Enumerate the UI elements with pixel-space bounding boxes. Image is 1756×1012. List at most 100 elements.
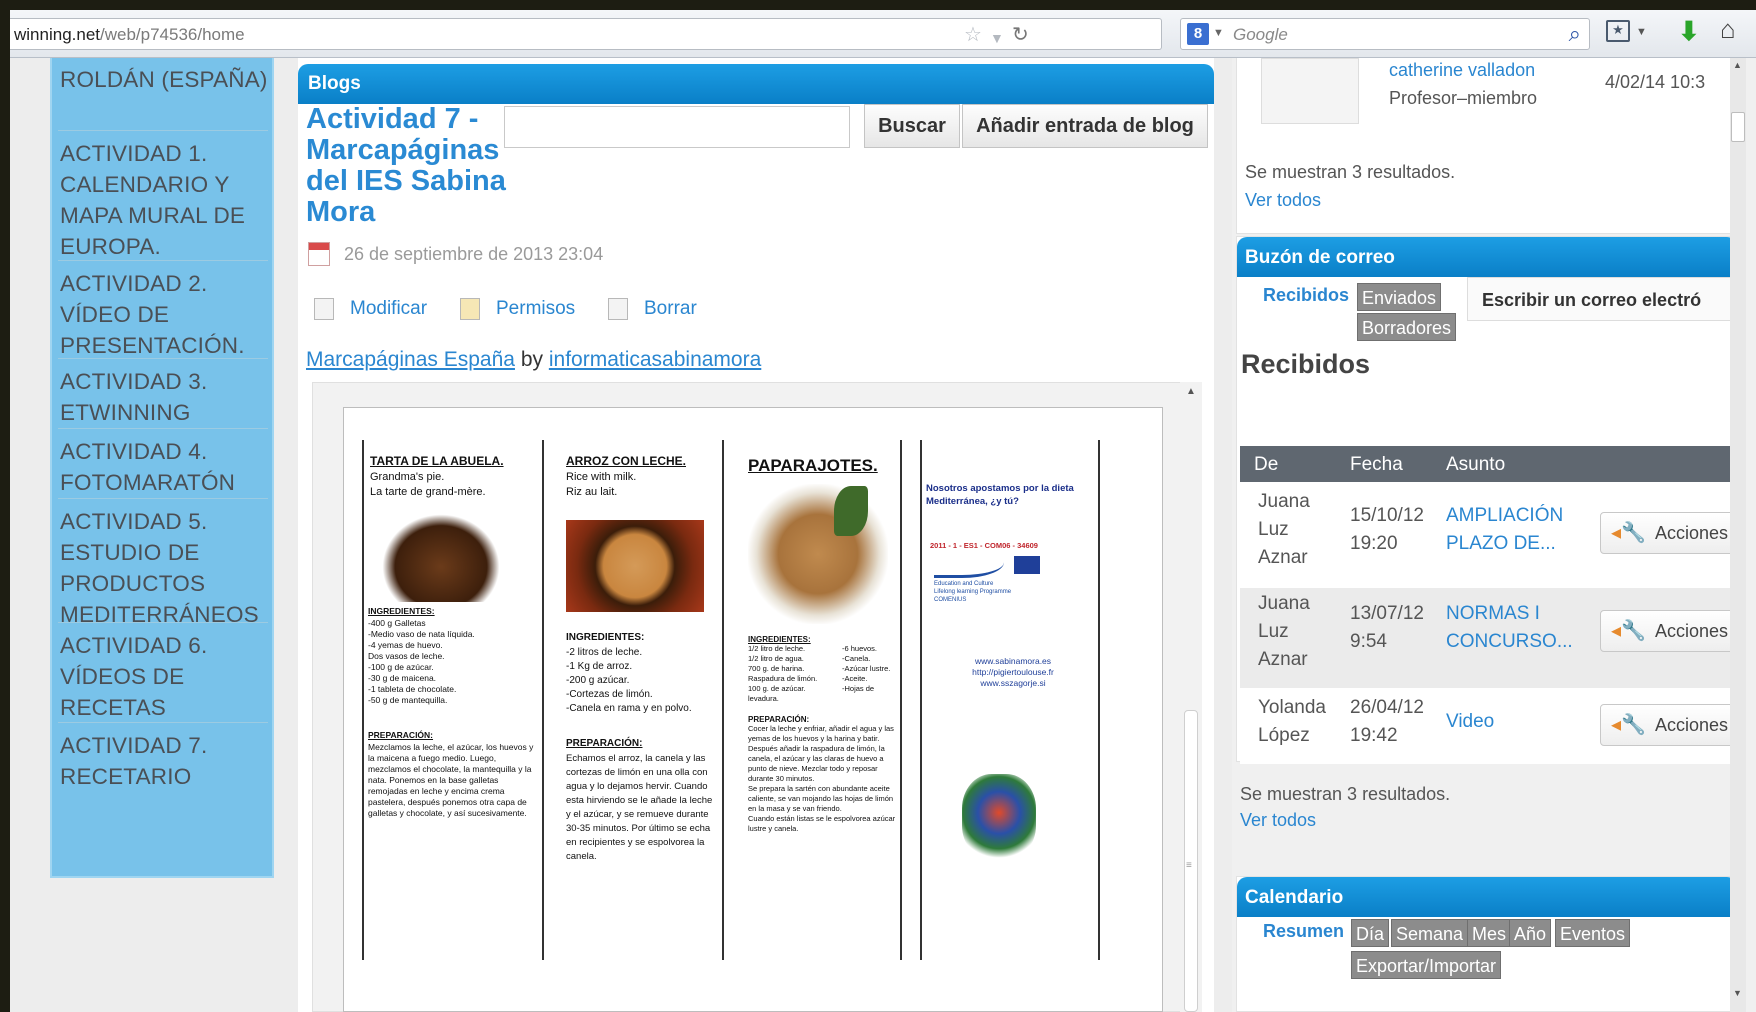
search-bar[interactable]: 8 ▼ Google ⌕ <box>1180 18 1590 50</box>
recipe-column-1: TARTA DE LA ABUELA. Grandma's pie. La ta… <box>362 440 540 960</box>
actions-button[interactable]: ◂🔧 Acciones <box>1600 512 1740 554</box>
compose-email-button[interactable]: Escribir un correo electró <box>1467 277 1737 321</box>
page-scroll-up-icon[interactable]: ▲ <box>1733 60 1742 70</box>
scroll-up-icon[interactable]: ▲ <box>1186 386 1196 397</box>
home-icon[interactable]: ⌂ <box>1720 14 1736 45</box>
author-link[interactable]: informaticasabinamora <box>549 348 761 371</box>
reload-icon[interactable]: ↻ <box>1012 25 1029 45</box>
scroll-grip-icon: ≡ <box>1186 860 1192 871</box>
tab-summary[interactable]: Resumen <box>1263 921 1344 942</box>
mail-row[interactable]: Juana Luz Aznar 15/10/12 19:20 AMPLIACIÓ… <box>1240 482 1740 588</box>
trash-icon[interactable] <box>608 298 628 320</box>
calendar-panel: Calendario Resumen Día Semana Mes Año Ev… <box>1236 876 1737 1012</box>
mail-see-all-link[interactable]: Ver todos <box>1240 810 1316 831</box>
actions-label: Acciones <box>1655 621 1729 641</box>
member-date: 4/02/14 10:3 <box>1605 72 1706 92</box>
post-title[interactable]: Actividad 7 - Marcapáginas del IES Sabin… <box>306 104 516 228</box>
tab-received[interactable]: Recibidos <box>1263 285 1349 306</box>
mail-row[interactable]: Juana Luz Aznar 13/07/12 9:54 NORMAS I C… <box>1240 588 1740 694</box>
left-navigation: ROLDÁN (ESPAÑA) ACTIVIDAD 1. CALENDARIO … <box>50 58 274 878</box>
mail-row[interactable]: Yolanda López 26/04/12 19:42 Video ◂🔧 Acc… <box>1240 688 1740 764</box>
delete-link[interactable]: Borrar <box>644 298 697 320</box>
nav-item-actividad-7[interactable]: ACTIVIDAD 7. RECETARIO <box>60 730 270 792</box>
nav-divider <box>58 428 268 429</box>
column-subject[interactable]: Asunto <box>1446 454 1505 476</box>
ingredients-heading: INGREDIENTES: <box>566 632 645 643</box>
nav-item-actividad-1[interactable]: ACTIVIDAD 1. CALENDARIO Y MAPA MURAL DE … <box>60 138 270 262</box>
search-icon[interactable]: ⌕ <box>1569 21 1581 47</box>
member-name-link[interactable]: catherine valladon <box>1389 60 1535 81</box>
nav-item-actividad-5[interactable]: ACTIVIDAD 5. ESTUDIO DE PRODUCTOS MEDITE… <box>60 506 270 630</box>
url-domain: winning.net <box>14 25 101 44</box>
column-from[interactable]: De <box>1254 454 1278 476</box>
tab-year[interactable]: Año <box>1509 919 1552 947</box>
mailbox-header: Buzón de correo <box>1237 237 1737 277</box>
mail-subject-link[interactable]: Video <box>1446 708 1596 736</box>
avatar[interactable] <box>1261 58 1359 124</box>
search-engine-icon[interactable]: 8 <box>1187 23 1209 45</box>
permissions-icon[interactable] <box>460 298 480 320</box>
tab-sent[interactable]: Enviados <box>1357 283 1442 311</box>
nav-item-actividad-2[interactable]: ACTIVIDAD 2. VÍDEO DE PRESENTACIÓN. <box>60 268 270 361</box>
document-scrollbar[interactable]: ▲ ≡ <box>1180 382 1202 1012</box>
actions-label: Acciones <box>1655 715 1729 735</box>
edit-icon[interactable] <box>314 298 334 320</box>
blogs-header-label: Blogs <box>308 73 361 94</box>
bookmark-icon[interactable]: ★ <box>1606 20 1630 42</box>
permissions-link[interactable]: Permisos <box>496 298 575 320</box>
mail-subject-link[interactable]: NORMAS I CONCURSO... <box>1446 600 1596 656</box>
mail-subject-link[interactable]: AMPLIACIÓN PLAZO DE... <box>1446 502 1596 558</box>
mail-date: 13/07/12 <box>1350 603 1424 624</box>
url-text[interactable]: winning.net/web/p74536/home <box>14 25 245 45</box>
nav-item-actividad-3[interactable]: ACTIVIDAD 3. ETWINNING <box>60 366 270 428</box>
search-placeholder: Google <box>1233 25 1288 44</box>
wrench-icon: ◂🔧 <box>1611 714 1646 736</box>
add-blog-entry-button[interactable]: Añadir entrada de blog <box>962 104 1208 148</box>
nav-item-actividad-6[interactable]: ACTIVIDAD 6. VÍDEOS DE RECETAS <box>60 630 270 723</box>
document-credit: Marcapáginas España by informaticasabina… <box>306 348 761 372</box>
tab-month[interactable]: Mes <box>1467 919 1512 947</box>
project-code: 2011 - 1 - ES1 - COM06 - 34609 <box>930 541 1038 550</box>
members-results: Se muestran 3 resultados. <box>1245 162 1456 182</box>
mail-from: Yolanda López <box>1258 697 1326 746</box>
page-scroll-down-icon[interactable]: ▼ <box>1733 988 1742 998</box>
column-date[interactable]: Fecha <box>1350 454 1403 476</box>
engine-dropdown-icon[interactable]: ▼ <box>1213 27 1224 39</box>
recipe-title: TARTA DE LA ABUELA. <box>370 454 504 468</box>
mail-date: 15/10/12 <box>1350 505 1424 526</box>
tab-day[interactable]: Día <box>1351 919 1390 947</box>
nav-item-roldan[interactable]: ROLDÁN (ESPAÑA) <box>60 64 270 95</box>
blog-search-input[interactable] <box>504 106 850 148</box>
right-column: catherine valladon Profesor–miembro 4/02… <box>1232 58 1756 1012</box>
nav-divider <box>58 722 268 723</box>
members-see-all-link[interactable]: Ver todos <box>1245 190 1321 211</box>
document-link[interactable]: Marcapáginas España <box>306 348 515 371</box>
tab-events[interactable]: Eventos <box>1555 919 1631 947</box>
calendar-icon <box>308 242 330 266</box>
recipe-subtitle: Grandma's pie. La tarte de grand-mère. <box>370 471 486 498</box>
desktop-background: winning.net/web/p74536/home ☆ ▼ ↻ 8 ▼ Go… <box>0 0 1756 1012</box>
page-scroll-thumb[interactable] <box>1731 112 1745 142</box>
dropdown-icon[interactable]: ▼ <box>990 28 1004 48</box>
search-button[interactable]: Buscar <box>864 104 960 148</box>
recipe-column-4: Nosotros apostamos por la dieta Mediterr… <box>920 440 1100 960</box>
star-icon[interactable]: ☆ <box>964 25 982 45</box>
tab-drafts[interactable]: Borradores <box>1357 313 1457 341</box>
tab-week[interactable]: Semana <box>1391 919 1469 947</box>
nav-divider <box>58 498 268 499</box>
tab-export-import[interactable]: Exportar/Importar <box>1351 951 1502 979</box>
page-scrollbar[interactable]: ▲ ▼ <box>1730 58 1746 1012</box>
address-bar[interactable]: winning.net/web/p74536/home ☆ ▼ ↻ <box>10 18 1162 50</box>
nav-item-actividad-4[interactable]: ACTIVIDAD 4. FOTOMARATÓN <box>60 436 270 498</box>
mail-time: 19:20 <box>1350 533 1398 554</box>
document-viewer[interactable]: TARTA DE LA ABUELA. Grandma's pie. La ta… <box>312 382 1182 1012</box>
ingredients-list: 1/2 litro de leche. 1/2 litro de agua. 7… <box>748 644 818 703</box>
actions-button[interactable]: ◂🔧 Acciones <box>1600 610 1740 652</box>
ingredients-list-2: -6 huevos. -Canela. -Azúcar lustre. -Ace… <box>842 644 891 693</box>
browser-toolbar: winning.net/web/p74536/home ☆ ▼ ↻ 8 ▼ Go… <box>10 10 1756 58</box>
bookmark-dropdown-icon[interactable]: ▼ <box>1636 26 1647 38</box>
download-icon[interactable]: ⬇ <box>1678 16 1700 47</box>
blog-panel: Blogs Actividad 7 - Marcapáginas del IES… <box>298 58 1214 1012</box>
modify-link[interactable]: Modificar <box>350 298 427 320</box>
actions-button[interactable]: ◂🔧 Acciones <box>1600 704 1740 746</box>
